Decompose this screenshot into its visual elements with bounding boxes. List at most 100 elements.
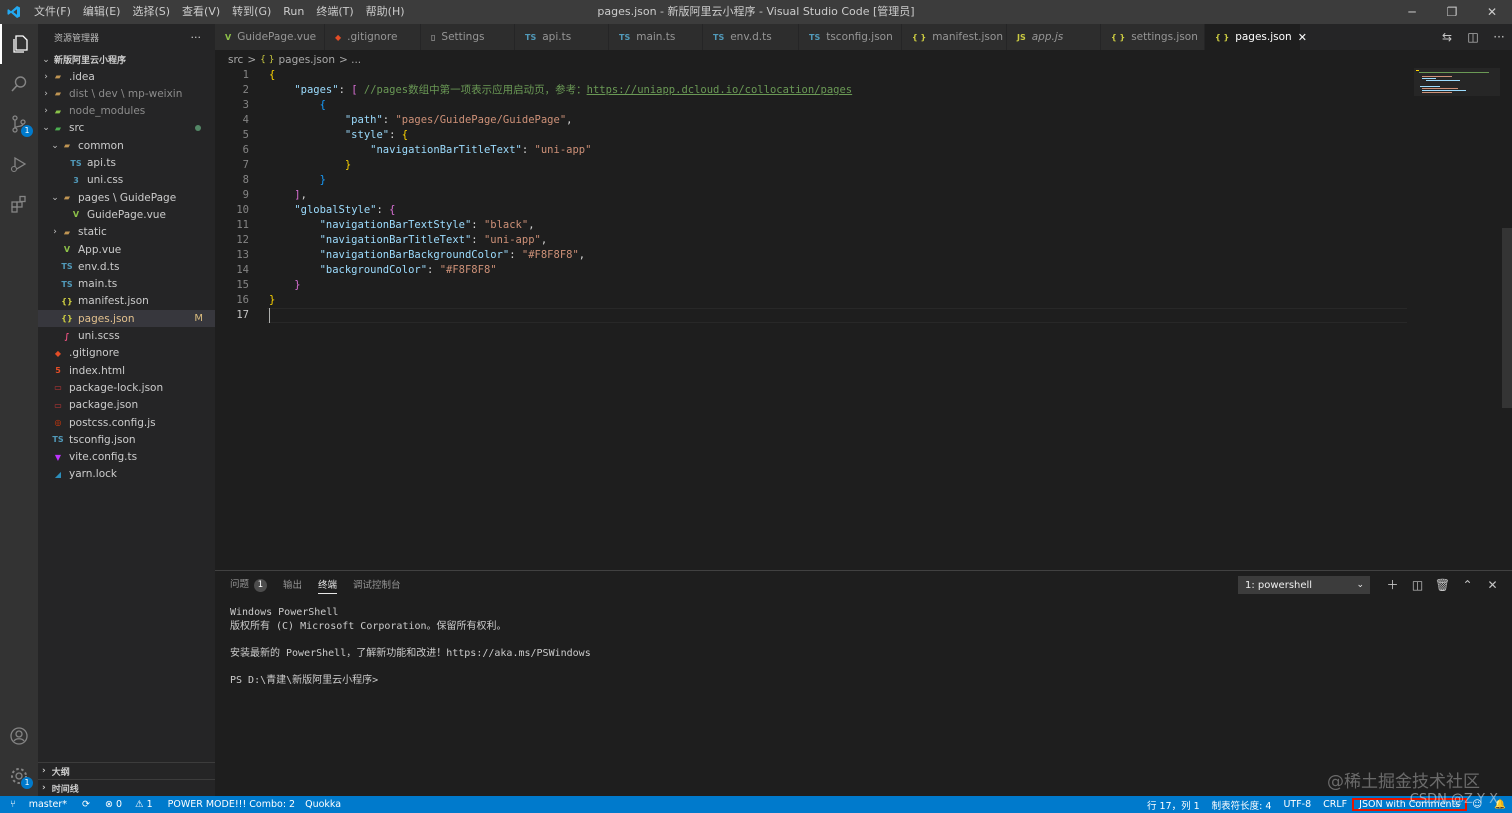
tree-item[interactable]: › ▰ dist \ dev \ mp-weixin xyxy=(38,85,215,102)
split-terminal-icon[interactable]: ◫ xyxy=(1405,575,1430,595)
close-window-icon[interactable]: ✕ xyxy=(1472,0,1512,24)
power-mode-item[interactable]: POWER MODE!!! Combo: 2 xyxy=(163,799,300,810)
menu-item[interactable]: 转到(G) xyxy=(226,0,277,24)
editor-scrollbar[interactable] xyxy=(1502,228,1512,408)
menu-item[interactable]: 选择(S) xyxy=(126,0,176,24)
outline-section[interactable]: › 大纲 xyxy=(38,762,215,779)
encoding[interactable]: UTF-8 xyxy=(1277,799,1317,810)
panel-tab[interactable]: 调试控制台 xyxy=(353,577,401,593)
panel-tab-label: 终端 xyxy=(318,579,338,591)
tree-item[interactable]: {} manifest.json xyxy=(38,293,215,310)
quokka-item[interactable]: Quokka xyxy=(300,799,346,810)
branch-item[interactable]: ⑂ master* xyxy=(0,799,77,810)
tree-item[interactable]: 5 index.html xyxy=(38,362,215,379)
explorer-button[interactable] xyxy=(0,24,38,64)
terminal-select[interactable]: 1: powershell ⌄ xyxy=(1238,576,1370,594)
run-debug-button[interactable] xyxy=(0,144,38,184)
terminal-output[interactable]: Windows PowerShell 版权所有 (C) Microsoft Cor… xyxy=(230,606,591,687)
menu-item[interactable]: 帮助(H) xyxy=(360,0,411,24)
trash-icon[interactable]: 🗑 xyxy=(1430,575,1455,595)
tree-item[interactable]: ▭ package-lock.json xyxy=(38,379,215,396)
tree-item[interactable]: V App.vue xyxy=(38,241,215,258)
source-control-button[interactable]: 1 xyxy=(0,104,38,144)
close-panel-icon[interactable]: ✕ xyxy=(1480,575,1505,595)
restore-icon[interactable]: ❐ xyxy=(1432,0,1472,24)
tree-item[interactable]: ∫ uni.scss xyxy=(38,328,215,345)
cursor-position[interactable]: 行 17，列 1 xyxy=(1141,798,1206,812)
menu-item[interactable]: Run xyxy=(277,0,310,24)
maximize-panel-icon[interactable]: ⌃ xyxy=(1455,575,1480,595)
panel-tab[interactable]: 终端 xyxy=(318,577,338,594)
tree-item[interactable]: {} pages.json M xyxy=(38,310,215,328)
breadcrumb-folder[interactable]: src xyxy=(228,54,243,66)
problems-item[interactable]: ⊗ 0 ⚠ 1 xyxy=(95,799,163,810)
minimize-icon[interactable]: ─ xyxy=(1392,0,1432,24)
tree-item[interactable]: TS api.ts xyxy=(38,155,215,172)
tree-item[interactable]: ◎ postcss.config.js xyxy=(38,414,215,431)
search-button[interactable] xyxy=(0,64,38,104)
tree-item[interactable]: ◆ .gitignore xyxy=(38,345,215,362)
tree-item[interactable]: TS main.ts xyxy=(38,276,215,293)
breadcrumb-rest[interactable]: > ... xyxy=(339,54,361,66)
code-line: 12 "navigationBarTitleText": "uni-app", xyxy=(215,233,547,248)
extensions-button[interactable] xyxy=(0,184,38,224)
tree-item[interactable]: › ▰ node_modules xyxy=(38,103,215,120)
editor-tab[interactable]: TS tsconfig.json xyxy=(799,24,902,50)
menu-item[interactable]: 查看(V) xyxy=(176,0,226,24)
code-token: "globalStyle" xyxy=(294,204,377,216)
tree-item[interactable]: ⌄ ▰ src xyxy=(38,120,215,137)
manage-button[interactable]: 1 xyxy=(0,756,38,796)
tree-item[interactable]: ◢ yarn.lock xyxy=(38,466,215,483)
code-link[interactable]: https://uniapp.dcloud.io/collocation/pag… xyxy=(587,84,853,96)
menu-item[interactable]: 文件(F) xyxy=(28,0,77,24)
tree-item[interactable]: ⌄ ▰ common xyxy=(38,137,215,154)
menu-item[interactable]: 终端(T) xyxy=(310,0,359,24)
menu-item[interactable]: 编辑(E) xyxy=(77,0,127,24)
editor-tab[interactable]: TS env.d.ts xyxy=(703,24,799,50)
tree-item[interactable]: ⌄ ▰ pages \ GuidePage xyxy=(38,189,215,206)
compare-icon[interactable]: ⇆ xyxy=(1434,30,1460,44)
end-of-line[interactable]: CRLF xyxy=(1317,799,1353,810)
editor-tab[interactable]: TS api.ts xyxy=(515,24,609,50)
tree-item-label: dist \ dev \ mp-weixin xyxy=(69,87,183,100)
editor-tab[interactable]: { } settings.json xyxy=(1101,24,1205,50)
tree-item[interactable]: 3 uni.css xyxy=(38,172,215,189)
tree-item[interactable]: › ▰ static xyxy=(38,224,215,241)
tree-item[interactable]: TS env.d.ts xyxy=(38,258,215,275)
close-tab-icon[interactable]: ✕ xyxy=(1298,31,1307,44)
editor-tab[interactable]: TS main.ts xyxy=(609,24,703,50)
more-actions-icon[interactable]: ··· xyxy=(1486,30,1512,44)
tree-item-label: env.d.ts xyxy=(78,260,120,273)
editor-tab[interactable]: JS app.js xyxy=(1007,24,1101,50)
minimap[interactable] xyxy=(1414,68,1500,96)
tree-item[interactable]: › ▰ .idea xyxy=(38,68,215,85)
editor-tab[interactable]: { } pages.json ✕ xyxy=(1205,24,1307,50)
timeline-section[interactable]: › 时间线 xyxy=(38,779,215,796)
panel-tab[interactable]: 问题 1 xyxy=(230,576,268,594)
new-terminal-icon[interactable]: ＋ xyxy=(1380,575,1405,595)
panel-tab[interactable]: 输出 xyxy=(283,577,302,593)
editor-tab[interactable]: { } manifest.json xyxy=(902,24,1007,50)
editor-tab[interactable]: ◆ .gitignore xyxy=(325,24,421,50)
tree-item[interactable]: ▼ vite.config.ts xyxy=(38,449,215,466)
file-type-icon: ▰ xyxy=(54,89,62,99)
breadcrumb-file[interactable]: pages.json xyxy=(278,54,335,66)
code-token: : xyxy=(382,114,396,126)
accounts-button[interactable] xyxy=(0,716,38,756)
split-editor-icon[interactable]: ◫ xyxy=(1460,30,1486,44)
code-editor[interactable]: 1{2 "pages": [ //pages数组中第一项表示应用启动页，参考：h… xyxy=(215,68,1512,570)
tree-item[interactable]: V GuidePage.vue xyxy=(38,206,215,223)
indentation[interactable]: 制表符长度: 4 xyxy=(1206,798,1278,812)
sync-icon[interactable]: ⟳ xyxy=(77,799,95,810)
file-type-icon: {} xyxy=(61,314,73,324)
workspace-root[interactable]: ⌄ 新版阿里云小程序 xyxy=(38,51,215,68)
editor-tab[interactable]: ▯ Settings xyxy=(421,24,515,50)
more-actions-icon[interactable]: ··· xyxy=(191,31,202,44)
menu-bar: 文件(F) 编辑(E) 选择(S) 查看(V) 转到(G) Run 终端(T) 帮助(H) xyxy=(28,0,411,24)
tree-item-label: .idea xyxy=(69,70,95,83)
tree-item[interactable]: TS tsconfig.json xyxy=(38,431,215,448)
tree-item[interactable]: ▭ package.json xyxy=(38,397,215,414)
editor-tab[interactable]: V GuidePage.vue xyxy=(215,24,325,50)
